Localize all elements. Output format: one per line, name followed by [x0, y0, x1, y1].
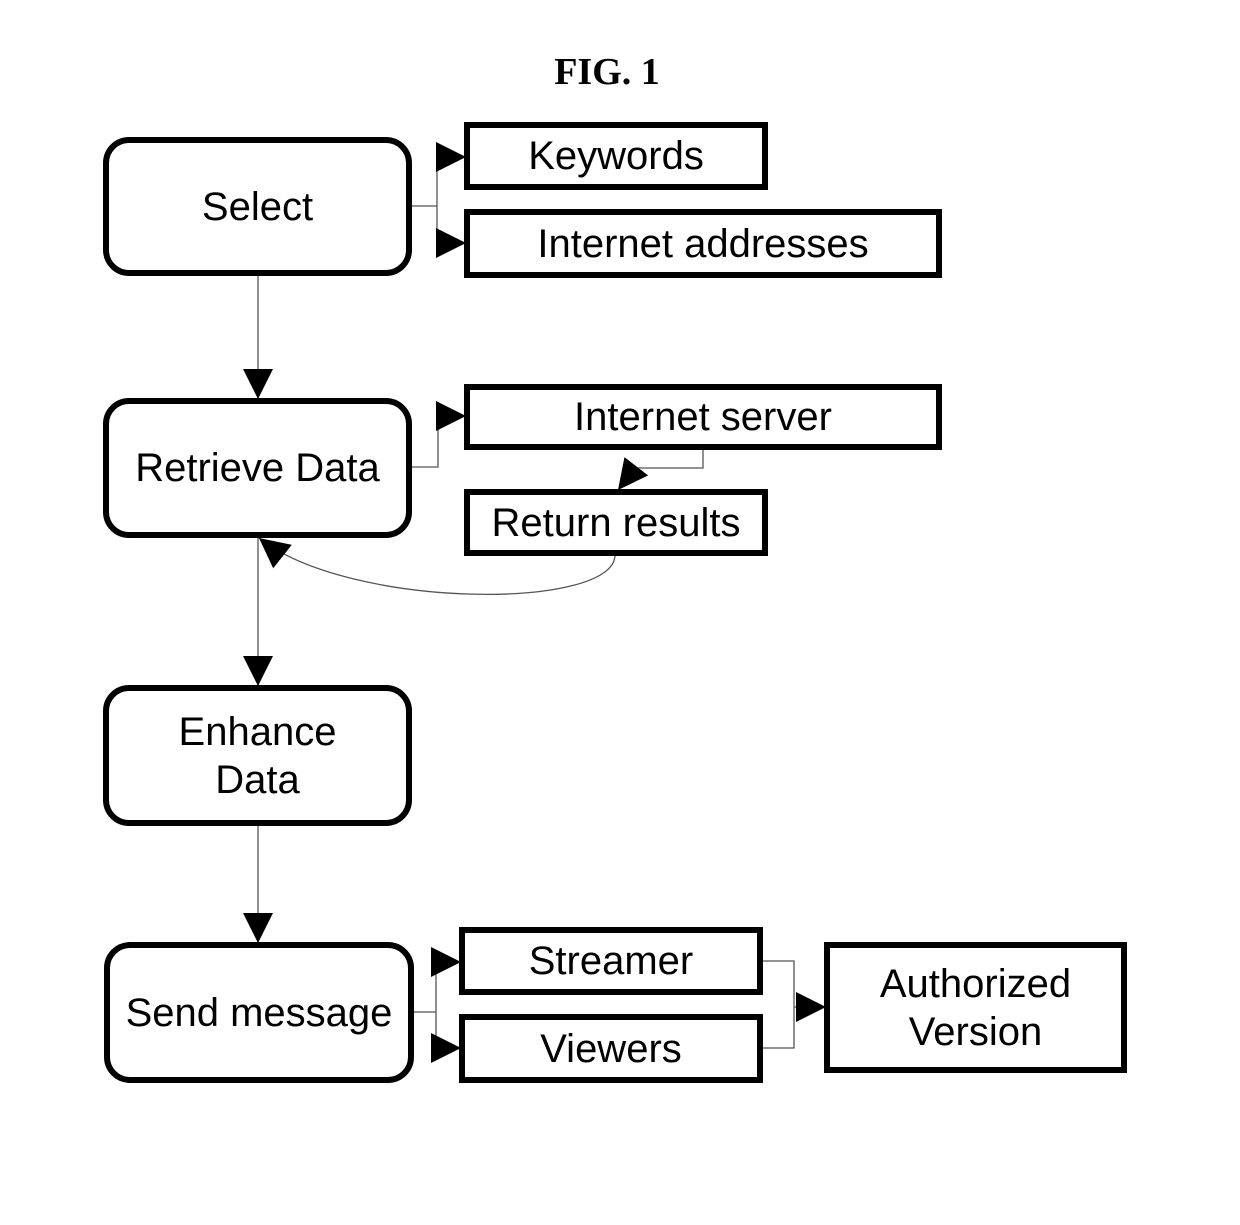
node-select-label: Select	[201, 184, 314, 229]
node-viewers: Viewers	[459, 1014, 763, 1083]
node-internet-server-label: Internet server	[574, 395, 832, 439]
node-viewers-label: Viewers	[540, 1026, 682, 1071]
edge-retrieve-to-server	[410, 401, 466, 468]
node-authorized-version: Authorized Version	[824, 942, 1127, 1073]
edge-server-to-results	[617, 448, 704, 491]
node-retrieve-data: Retrieve Data	[103, 398, 412, 538]
edge-send-to-streamer	[431, 947, 461, 1012]
edge-streamer-to-join	[760, 960, 795, 1049]
node-internet-server: Internet server	[464, 384, 942, 450]
node-internet-addresses-label: Internet addresses	[537, 221, 869, 266]
node-enhance-data: Enhance Data	[103, 685, 412, 826]
node-streamer-label: Streamer	[528, 939, 694, 983]
node-return-results: Return results	[464, 489, 768, 556]
edge-select-to-keywords	[436, 142, 466, 206]
node-send-message: Send message	[104, 942, 414, 1083]
node-return-results-label: Return results	[491, 500, 741, 545]
node-retrieve-data-label: Retrieve Data	[135, 446, 380, 490]
node-select: Select	[103, 137, 412, 276]
node-internet-addresses: Internet addresses	[464, 209, 942, 278]
edge-send-to-viewers	[431, 1012, 461, 1063]
node-streamer: Streamer	[459, 927, 763, 995]
node-send-message-label: Send message	[125, 990, 393, 1035]
node-enhance-data-label: Enhance Data	[178, 709, 337, 802]
node-keywords-label: Keywords	[528, 134, 704, 178]
node-keywords: Keywords	[464, 122, 768, 190]
edge-select-to-internet-addresses	[436, 206, 466, 258]
node-authorized-version-label: Authorized Version	[879, 961, 1072, 1054]
